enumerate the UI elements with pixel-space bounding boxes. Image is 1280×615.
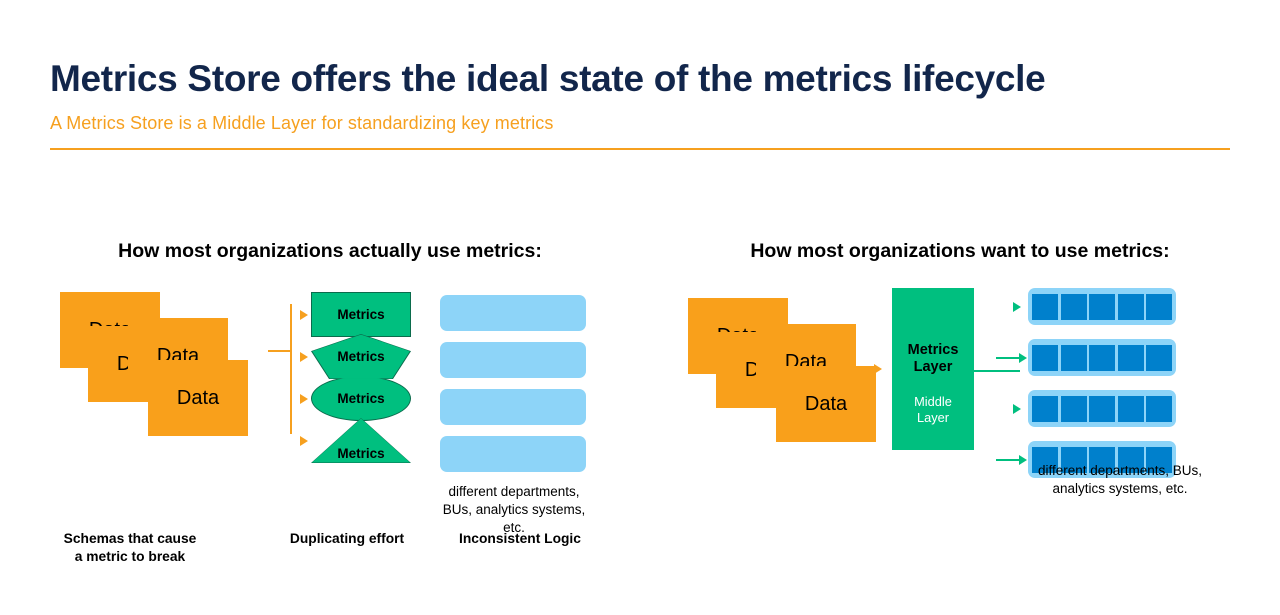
- metrics-layer-title: Metrics Layer: [907, 342, 959, 376]
- metric-shape-row: Metrics: [300, 376, 420, 421]
- metric-shape-pentagon: Metrics: [311, 334, 411, 379]
- metrics-shape-group: Metrics Metrics Metrics Metrics: [300, 292, 420, 467]
- bar-segment: [1117, 344, 1144, 371]
- bar-segment: [1032, 344, 1058, 371]
- consumer-bar-row: [996, 390, 1226, 427]
- bar-segment: [1060, 293, 1087, 320]
- consumer-bar-row: [996, 339, 1226, 376]
- arrow-marker-icon: [300, 309, 308, 320]
- right-panel: How most organizations want to use metri…: [680, 240, 1240, 496]
- consumer-bar: [1028, 390, 1176, 427]
- left-bottom-label-schemas: Schemas that cause a metric to break: [63, 531, 197, 565]
- left-bottom-label-inconsistent: Inconsistent Logic: [459, 531, 581, 546]
- metrics-layer-input-arrow-icon: [874, 364, 882, 374]
- left-bottom-label-duplicating: Duplicating effort: [289, 531, 405, 546]
- consumer-bar: [440, 342, 586, 378]
- bar-segment: [1146, 293, 1172, 320]
- consumer-bar: [1028, 339, 1176, 376]
- consumer-bar: [440, 436, 586, 472]
- page-subtitle: A Metrics Store is a Middle Layer for st…: [50, 112, 554, 133]
- bracket-spine: [290, 304, 292, 434]
- metric-shape-row: Metrics: [300, 334, 420, 379]
- right-panel-heading: How most organizations want to use metri…: [750, 240, 1170, 262]
- data-box: Data: [776, 366, 876, 442]
- bar-segment: [1089, 344, 1115, 371]
- consumer-bar: [440, 295, 586, 331]
- left-panel: How most organizations actually use metr…: [50, 240, 610, 564]
- consumer-bar: [1028, 288, 1176, 325]
- left-data-stack: Data Data Data Data: [60, 292, 260, 452]
- bar-segment: [1089, 293, 1115, 320]
- bar-segment: [1060, 395, 1087, 422]
- consumer-bar-row: [996, 288, 1226, 325]
- metric-shape-row: Metrics: [300, 418, 420, 463]
- bar-segment: [1146, 395, 1172, 422]
- connector-arrow-icon: [996, 352, 1028, 364]
- arrow-marker-icon: [300, 435, 308, 446]
- metrics-layer-subtitle: Middle Layer: [914, 394, 952, 425]
- bar-segment: [1060, 344, 1087, 371]
- left-consumers-caption: different departments, BUs, analytics sy…: [442, 484, 586, 535]
- bar-segment: [1032, 293, 1058, 320]
- left-panel-heading: How most organizations actually use metr…: [118, 240, 542, 262]
- arrow-marker-icon: [300, 393, 308, 404]
- connector-arrow-icon: [996, 301, 1028, 313]
- left-consumer-bars: different departments, BUs, analytics sy…: [440, 295, 588, 536]
- metric-shape-row: Metrics: [300, 292, 420, 337]
- slide-header: Metrics Store offers the ideal state of …: [50, 58, 1230, 150]
- connector-arrow-icon: [996, 403, 1028, 415]
- data-box: Data: [148, 360, 248, 436]
- metrics-layer-block: Metrics Layer Middle Layer: [892, 288, 974, 450]
- metric-shape-rectangle: Metrics: [311, 292, 411, 337]
- metric-shape-triangle: Metrics: [311, 418, 411, 463]
- page-title: Metrics Store offers the ideal state of …: [50, 58, 1046, 99]
- metric-shape-ellipse: Metrics: [311, 376, 411, 421]
- right-data-stack: Data Data Data Data: [688, 298, 888, 458]
- bar-segment: [1146, 344, 1172, 371]
- header-divider: [50, 147, 1230, 150]
- consumer-bar: [440, 389, 586, 425]
- bar-segment: [1117, 395, 1144, 422]
- right-consumers-caption: different departments, BUs, analytics sy…: [1037, 463, 1203, 496]
- arrow-marker-icon: [300, 351, 308, 362]
- bracket-stub: [268, 350, 290, 352]
- bar-segment: [1032, 395, 1058, 422]
- bar-segment: [1117, 293, 1144, 320]
- bar-segment: [1089, 395, 1115, 422]
